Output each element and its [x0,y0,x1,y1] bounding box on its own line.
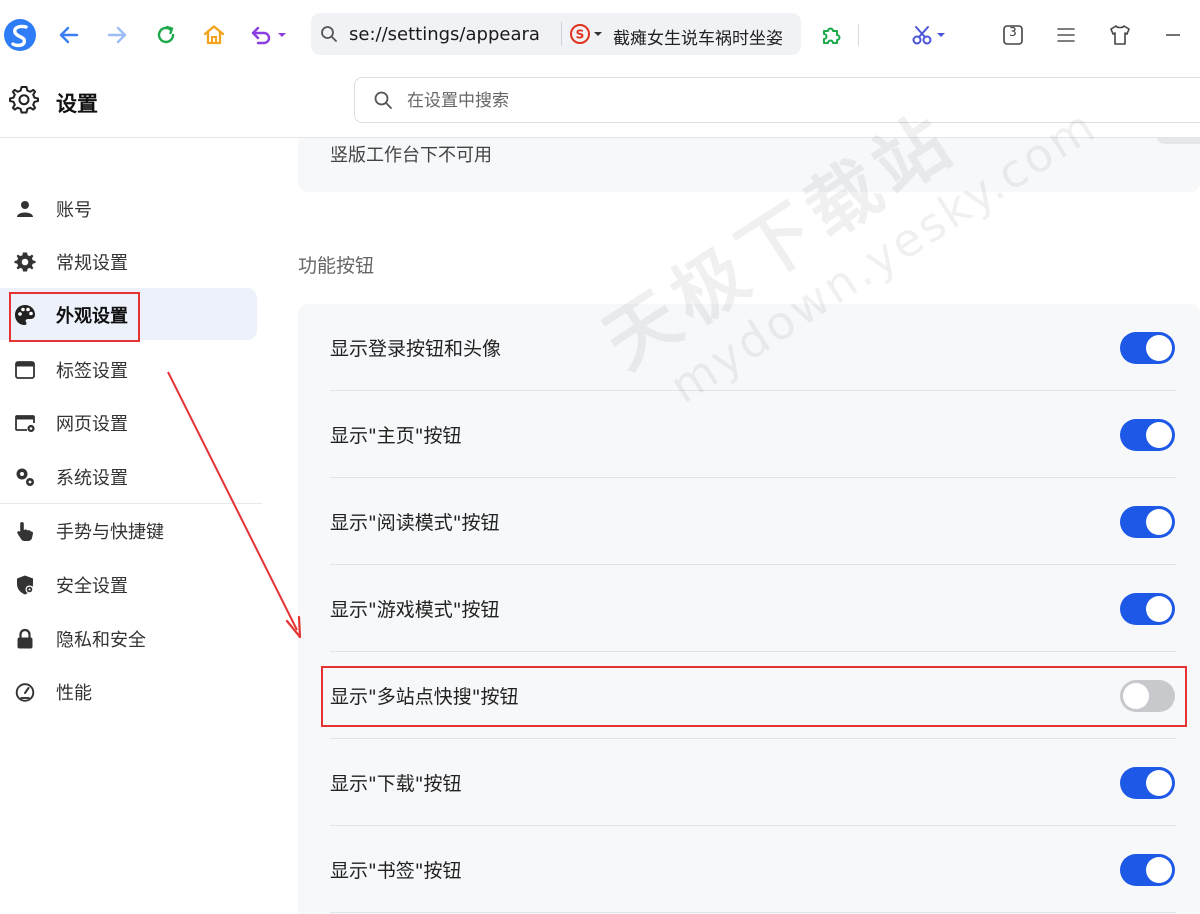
tab-window-icon [13,358,37,382]
system-gears-icon [13,465,37,489]
setting-label: 显示"主页"按钮 [330,425,462,447]
svg-text:S: S [576,28,585,42]
sidebar-item-security[interactable]: 安全设置 [0,558,257,610]
settings-search-input[interactable] [407,88,807,114]
sidebar-item-label: 手势与快捷键 [56,522,164,543]
setting-label: 显示"下载"按钮 [330,773,462,795]
toggle-login-avatar[interactable] [1120,332,1175,364]
section-title: 功能按钮 [298,255,375,277]
address-url[interactable]: se://settings/appeara [349,24,540,45]
sidebar-item-label: 外观设置 [56,306,128,327]
setting-row-multi-site-search: 显示"多站点快搜"按钮 [330,652,1176,739]
sidebar-item-gestures[interactable]: 手势与快捷键 [0,504,257,556]
tab-count-icon[interactable]: 3 [993,15,1033,55]
toggle-knob [1146,857,1172,883]
faded-toggle [1156,138,1200,144]
toggle-multi-site-search[interactable] [1120,680,1175,712]
address-bar[interactable]: se://settings/appeara S 截瘫女生说车祸时坐姿 [311,13,801,55]
address-divider [561,22,562,46]
page-title: 设置 [56,92,98,116]
toggle-reading-mode[interactable] [1120,506,1175,538]
sidebar-item-webpage[interactable]: 网页设置 [0,396,257,448]
sidebar-item-label: 性能 [56,683,92,704]
toggle-knob [1146,596,1172,622]
setting-row-download-button: 显示"下载"按钮 [330,739,1176,826]
toggle-knob [1123,683,1149,709]
home-icon[interactable] [194,15,234,55]
refresh-icon[interactable] [146,15,186,55]
undo-close-tab-icon[interactable] [245,15,293,55]
sidebar-item-label: 安全设置 [56,576,128,597]
sidebar-item-label: 账号 [56,200,92,221]
back-icon[interactable] [49,15,89,55]
settings-gear-icon [8,83,40,119]
sidebar-item-privacy[interactable]: 隐私和安全 [0,612,257,664]
user-icon [13,197,37,221]
webpage-gear-icon [13,411,37,435]
search-icon [373,90,393,114]
screenshot-scissors-icon[interactable] [905,15,953,55]
setting-row-game-mode: 显示"游戏模式"按钮 [330,565,1176,652]
lock-icon [13,627,37,651]
sidebar-item-appearance[interactable]: 外观设置 [0,288,257,340]
setting-row-reading-mode: 显示"阅读模式"按钮 [330,478,1176,565]
sidebar-item-label: 网页设置 [56,414,128,435]
hand-pointer-icon [13,519,37,543]
sidebar-item-tabs[interactable]: 标签设置 [0,343,257,395]
search-icon [321,26,337,42]
settings-sidebar: 账号 常规设置 外观设置 标签设置 网页设置 系统设置 手势与快捷键 安全设置 … [0,138,262,914]
sidebar-item-label: 常规设置 [56,253,128,274]
settings-main: 竖版工作台下不可用 功能按钮 显示登录按钮和头像 显示"主页"按钮 显示"阅读模… [262,138,1200,914]
sidebar-item-performance[interactable]: 性能 [0,665,257,717]
setting-label: 显示"游戏模式"按钮 [330,599,500,621]
toggle-bookmark-button[interactable] [1120,854,1175,886]
toggle-knob [1146,422,1172,448]
minimize-icon[interactable] [1153,15,1193,55]
toolbar-separator [858,24,859,46]
setting-row-login-avatar: 显示登录按钮和头像 [330,304,1176,391]
sogou-search-engine-icon[interactable]: S [569,23,605,49]
setting-label: 显示登录按钮和头像 [330,338,502,360]
tab-count: 3 [1009,25,1017,39]
setting-label: 显示"多站点快搜"按钮 [330,686,519,708]
toggle-knob [1146,335,1172,361]
unavailable-note: 竖版工作台下不可用 [330,145,492,166]
sidebar-item-general[interactable]: 常规设置 [0,235,257,287]
browser-logo-icon[interactable] [0,15,40,55]
feature-buttons-card: 显示登录按钮和头像 显示"主页"按钮 显示"阅读模式"按钮 显示"游戏模式"按钮… [298,304,1200,914]
sidebar-item-label: 标签设置 [56,361,128,382]
setting-row-home-button: 显示"主页"按钮 [330,391,1176,478]
toggle-knob [1146,509,1172,535]
palette-icon [13,303,37,327]
sidebar-item-label: 隐私和安全 [56,630,146,651]
toggle-game-mode[interactable] [1120,593,1175,625]
shield-icon [13,573,37,597]
sidebar-item-account[interactable]: 账号 [0,182,257,234]
search-suggestion[interactable]: 截瘫女生说车祸时坐姿 [613,24,793,49]
forward-icon[interactable] [97,15,137,55]
skin-tshirt-icon[interactable] [1100,15,1140,55]
sidebar-item-label: 系统设置 [56,468,128,489]
setting-label: 显示"阅读模式"按钮 [330,512,500,534]
setting-label: 显示"书签"按钮 [330,860,462,882]
sidebar-item-system[interactable]: 系统设置 [0,450,257,502]
setting-row-bookmark-button: 显示"书签"按钮 [330,826,1176,913]
toggle-knob [1146,770,1172,796]
browser-toolbar: se://settings/appeara S 截瘫女生说车祸时坐姿 3 [0,0,1200,70]
settings-search-box[interactable] [354,77,1200,123]
gear-icon [13,250,37,274]
settings-header: 设置 [0,70,1200,138]
previous-settings-card: 竖版工作台下不可用 [298,138,1200,192]
toggle-home-button[interactable] [1120,419,1175,451]
menu-icon[interactable] [1046,15,1086,55]
speedometer-icon [13,680,37,704]
toggle-download-button[interactable] [1120,767,1175,799]
extension-puzzle-icon[interactable] [811,15,851,55]
